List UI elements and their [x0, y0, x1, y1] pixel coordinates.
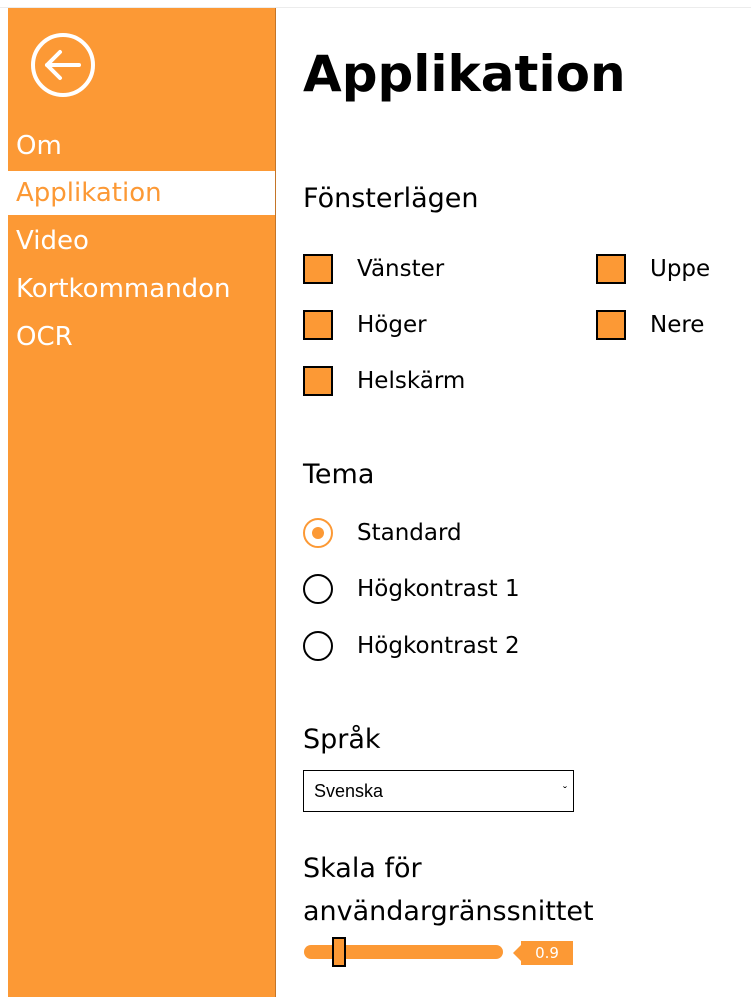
radio-hogkontrast-1[interactable]: Högkontrast 1 [303, 572, 520, 606]
checkbox-box [303, 254, 333, 284]
window-top-edge [0, 0, 751, 8]
checkbox-box [303, 310, 333, 340]
page-title: Applikation [303, 45, 626, 103]
back-button[interactable] [29, 31, 97, 99]
ui-scale-heading-line2: användargränssnittet [303, 896, 594, 927]
language-select-value: Svenska [314, 781, 384, 801]
radio-circle [303, 574, 333, 604]
ui-scale-value-label: 0.9 [513, 941, 573, 965]
checkbox-vanster[interactable]: Vänster [303, 252, 444, 286]
radio-hogkontrast-2[interactable]: Högkontrast 2 [303, 629, 520, 663]
arrow-left-circle-icon [31, 33, 95, 97]
checkbox-box [596, 310, 626, 340]
sidebar: Om Applikation Video Kortkommandon OCR [8, 8, 276, 997]
radio-standard[interactable]: Standard [303, 516, 462, 550]
checkbox-box [303, 366, 333, 396]
radio-circle-selected [303, 518, 333, 548]
main-content: Applikation Fönsterlägen Vänster Uppe Hö… [276, 8, 751, 997]
checkbox-hoger[interactable]: Höger [303, 308, 427, 342]
ui-scale-slider-thumb[interactable] [332, 937, 346, 967]
checkbox-label: Vänster [357, 256, 445, 282]
sidebar-item-ocr[interactable]: OCR [8, 315, 275, 359]
sidebar-item-applikation[interactable]: Applikation [8, 171, 275, 215]
window-modes-heading: Fönsterlägen [303, 183, 479, 214]
language-heading: Språk [303, 724, 381, 755]
checkbox-box [596, 254, 626, 284]
checkbox-label: Uppe [650, 256, 711, 282]
checkbox-label: Nere [650, 312, 705, 338]
sidebar-item-video[interactable]: Video [8, 219, 275, 263]
sidebar-item-kortkommandon[interactable]: Kortkommandon [8, 267, 275, 311]
radio-circle [303, 631, 333, 661]
radio-label: Standard [357, 520, 462, 546]
checkbox-label: Höger [357, 312, 427, 338]
radio-label: Högkontrast 2 [357, 633, 520, 659]
checkbox-label: Helskärm [357, 368, 466, 394]
radio-label: Högkontrast 1 [357, 576, 520, 602]
sidebar-item-om[interactable]: Om [8, 124, 275, 168]
chevron-down-icon: ˇ [563, 784, 567, 798]
checkbox-uppe[interactable]: Uppe [596, 252, 710, 286]
language-select[interactable]: Svenska ˇ [303, 770, 574, 812]
checkbox-nere[interactable]: Nere [596, 308, 704, 342]
ui-scale-heading-line1: Skala för [303, 853, 422, 884]
checkbox-helskarm[interactable]: Helskärm [303, 364, 465, 398]
theme-heading: Tema [303, 459, 375, 490]
